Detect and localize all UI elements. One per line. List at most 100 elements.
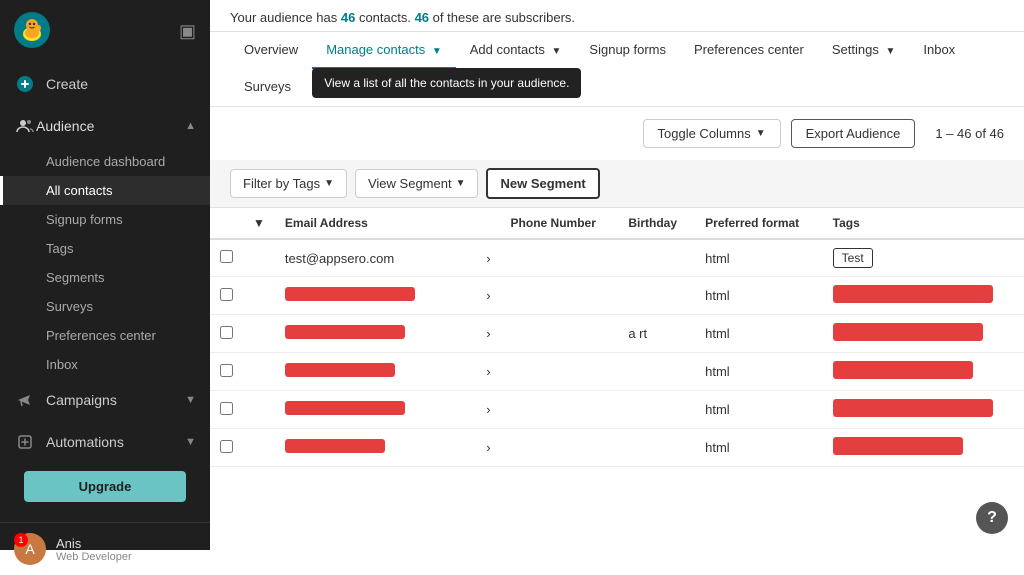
th-tags[interactable]: Tags: [823, 208, 1024, 239]
user-name: Anis: [56, 536, 132, 551]
sidebar-item-surveys[interactable]: Surveys: [0, 292, 210, 321]
row-format-cell: html: [695, 277, 823, 315]
sidebar-item-segments[interactable]: Segments: [0, 263, 210, 292]
new-segment-button[interactable]: New Segment: [486, 168, 599, 199]
row-arrow-cell[interactable]: ›: [476, 277, 500, 315]
row-birthday-cell: a rt: [618, 315, 695, 353]
row-birthday-cell: [618, 429, 695, 467]
th-birthday[interactable]: Birthday: [618, 208, 695, 239]
row-checkbox[interactable]: [220, 364, 233, 377]
row-checkbox[interactable]: [220, 402, 233, 415]
sidebar-item-all-contacts[interactable]: All contacts: [0, 176, 210, 205]
row-email-cell[interactable]: [275, 429, 476, 467]
th-arrow: [476, 208, 500, 239]
tag-badge[interactable]: Test: [833, 248, 873, 268]
segment-bar: Filter by Tags ▼ View Segment ▼ New Segm…: [210, 160, 1024, 208]
tab-signup-forms[interactable]: Signup forms: [575, 32, 680, 69]
tab-inbox[interactable]: Inbox: [909, 32, 969, 69]
redacted-tag: [833, 285, 993, 303]
campaigns-icon: [14, 389, 36, 411]
sidebar-item-inbox[interactable]: Inbox: [0, 350, 210, 379]
row-checkbox[interactable]: [220, 440, 233, 453]
export-audience-button[interactable]: Export Audience: [791, 119, 916, 148]
sidebar: ▣ Create Audience ▲ Au: [0, 0, 210, 550]
row-arrow-cell[interactable]: ›: [476, 315, 500, 353]
tab-manage-contacts[interactable]: Manage contacts ▼: [312, 32, 456, 69]
row-phone-cell: [501, 353, 619, 391]
row-birthday-cell: [618, 391, 695, 429]
row-format-cell: html: [695, 391, 823, 429]
row-sort-cell: [243, 353, 275, 391]
email-text[interactable]: test@appsero.com: [275, 239, 476, 277]
sidebar-item-audience-dashboard[interactable]: Audience dashboard: [0, 147, 210, 176]
audience-sub-items: Audience dashboard All contacts Signup f…: [0, 147, 210, 379]
row-checkbox-cell: [210, 353, 243, 391]
row-phone-cell: [501, 391, 619, 429]
audience-section-header[interactable]: Audience ▲: [0, 105, 210, 147]
row-phone-cell: [501, 277, 619, 315]
redacted-tag: [833, 361, 973, 379]
user-profile[interactable]: A 1 Anis Web Developer: [0, 522, 210, 575]
sidebar-item-automations[interactable]: Automations ▼: [0, 421, 210, 463]
tab-surveys[interactable]: Surveys: [230, 69, 305, 106]
th-phone[interactable]: Phone Number: [501, 208, 619, 239]
tab-overview[interactable]: Overview: [230, 32, 312, 69]
automations-label: Automations: [46, 434, 124, 450]
row-phone-cell: [501, 239, 619, 277]
th-format[interactable]: Preferred format: [695, 208, 823, 239]
row-checkbox-cell: [210, 429, 243, 467]
row-checkbox[interactable]: [220, 250, 233, 263]
user-role: Web Developer: [56, 551, 132, 563]
upgrade-button[interactable]: Upgrade: [24, 471, 186, 502]
row-checkbox[interactable]: [220, 326, 233, 339]
row-email-cell[interactable]: [275, 315, 476, 353]
pagination-text: 1 – 46 of 46: [935, 126, 1004, 141]
sidebar-item-campaigns[interactable]: Campaigns ▼: [0, 379, 210, 421]
row-checkbox-cell: [210, 277, 243, 315]
row-sort-cell: [243, 315, 275, 353]
row-arrow-cell[interactable]: ›: [476, 391, 500, 429]
tab-add-contacts[interactable]: Add contacts ▼: [456, 32, 576, 69]
row-sort-cell: [243, 239, 275, 277]
upgrade-container: Upgrade: [0, 463, 210, 522]
row-arrow-cell[interactable]: ›: [476, 239, 500, 277]
tab-preferences-center[interactable]: Preferences center: [680, 32, 818, 69]
row-tags-cell: Test: [823, 239, 1024, 277]
row-checkbox-cell: [210, 391, 243, 429]
row-email-cell[interactable]: [275, 391, 476, 429]
redacted-email: [285, 439, 385, 453]
view-segment-button[interactable]: View Segment ▼: [355, 169, 479, 198]
row-arrow-cell[interactable]: ›: [476, 353, 500, 391]
manage-contacts-chevron-icon: ▼: [432, 46, 442, 57]
row-email-cell[interactable]: [275, 277, 476, 315]
help-button[interactable]: ?: [976, 502, 1008, 534]
filter-by-tags-button[interactable]: Filter by Tags ▼: [230, 169, 347, 198]
row-checkbox[interactable]: [220, 288, 233, 301]
user-info: Anis Web Developer: [56, 536, 132, 563]
mailchimp-logo[interactable]: [14, 12, 50, 51]
sidebar-item-signup-forms[interactable]: Signup forms: [0, 205, 210, 234]
toggle-columns-button[interactable]: Toggle Columns ▼: [643, 119, 781, 148]
sidebar-item-create[interactable]: Create: [0, 63, 210, 105]
th-email[interactable]: Email Address: [275, 208, 476, 239]
redacted-email: [285, 401, 405, 415]
toggle-columns-chevron-icon: ▼: [756, 128, 766, 139]
audience-chevron-icon: ▲: [185, 120, 196, 132]
table-row: ›html: [210, 353, 1024, 391]
tab-settings[interactable]: Settings ▼: [818, 32, 910, 69]
table-row: › html: [210, 277, 1024, 315]
row-tags-cell: [823, 315, 1024, 353]
table-row: test@appsero.com›htmlTest: [210, 239, 1024, 277]
row-email-cell[interactable]: [275, 353, 476, 391]
sidebar-toggle-icon[interactable]: ▣: [179, 21, 196, 42]
audience-icon: [14, 115, 36, 137]
audience-label: Audience: [36, 118, 185, 134]
audience-section: Audience ▲ Audience dashboard All contac…: [0, 105, 210, 379]
th-sort[interactable]: ▼: [243, 208, 275, 239]
sidebar-item-tags[interactable]: Tags: [0, 234, 210, 263]
row-arrow-cell[interactable]: ›: [476, 429, 500, 467]
audience-intro-middle: contacts.: [359, 10, 415, 25]
sidebar-item-preferences-center[interactable]: Preferences center: [0, 321, 210, 350]
manage-contacts-tooltip: View a list of all the contacts in your …: [312, 68, 581, 98]
audience-intro-suffix: of these are subscribers.: [433, 10, 575, 25]
